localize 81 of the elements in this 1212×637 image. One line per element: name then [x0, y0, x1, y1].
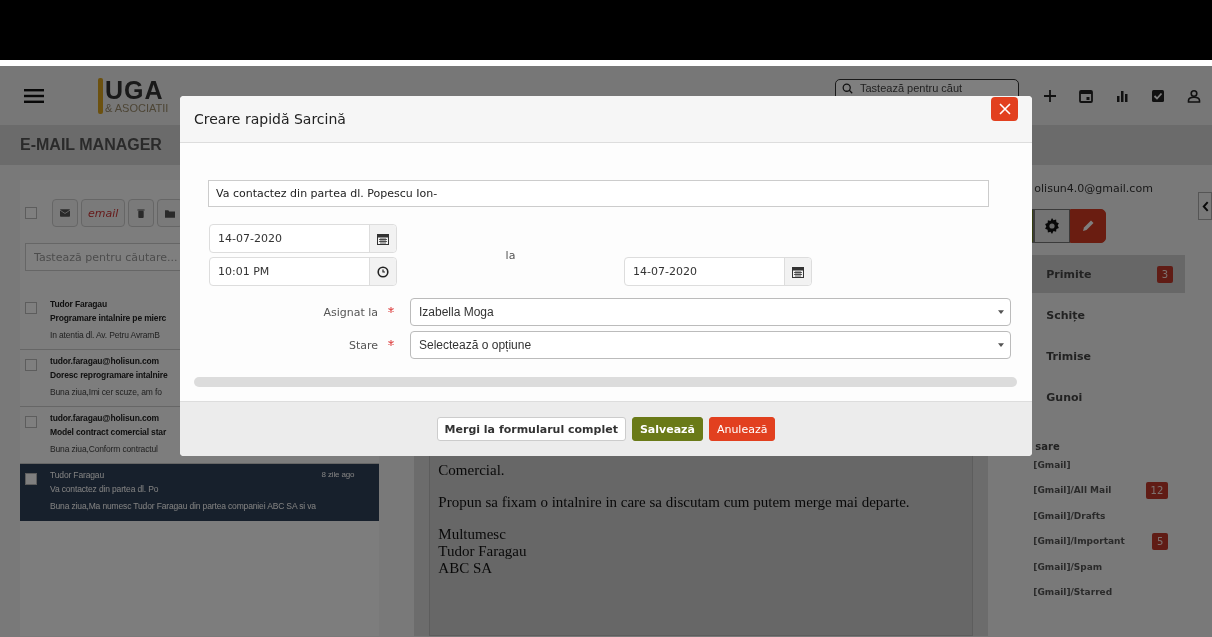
- message-sender: tudor.faragau@holisun.com: [50, 413, 159, 423]
- close-icon: [998, 103, 1011, 115]
- body-text: Comercial.: [438, 462, 505, 479]
- dialog-button[interactable]: Mergi la formularul complet: [436, 417, 626, 441]
- select-field[interactable]: Izabella Moga: [410, 298, 1011, 326]
- envelope-icon: [60, 208, 70, 218]
- message-subject: Va contactez din partea dl. Po: [50, 484, 159, 494]
- logo-tagline: & ASOCIATII: [105, 102, 169, 114]
- select-all-checkbox[interactable]: [25, 207, 37, 219]
- message-item[interactable]: Tudor Faragau 8 zile ago Va contactez din partea dl. Po Buna ziua,Ma numesc Tudor Faragau din partea companiei ABC SA si va: [20, 464, 380, 521]
- message-checkbox[interactable]: [25, 473, 37, 485]
- range-separator: la: [505, 248, 516, 262]
- body-text: Propun sa fixam o intalnire in care sa discutam cum putem merge mai departe.: [438, 494, 910, 511]
- trash-icon: [136, 208, 147, 218]
- message-preview: Buna ziua,Imi cer scuze, am fo: [50, 387, 162, 397]
- count-badge: 5: [1151, 532, 1169, 550]
- message-sender: tudor.faragau@holisun.com: [50, 356, 159, 366]
- message-preview: In atentia dl. Av. Petru AvramB: [50, 330, 160, 340]
- gear-icon: [1044, 218, 1061, 234]
- field-label: Stare: [347, 338, 378, 352]
- account-email: olisun4.0@gmail.com: [1034, 182, 1153, 195]
- label-item[interactable]: [Gmail]: [1033, 459, 1071, 470]
- start-date-field[interactable]: 14-07-2020: [209, 224, 397, 253]
- label-item[interactable]: [Gmail]/Drafts: [1033, 510, 1106, 521]
- calendar-icon: [377, 232, 389, 245]
- search-icon: [842, 83, 853, 94]
- message-checkbox[interactable]: [25, 359, 37, 371]
- caret-icon: [998, 310, 1004, 314]
- scrollbar[interactable]: [194, 377, 1017, 387]
- field-label: Asignat la: [322, 305, 378, 319]
- mail-button[interactable]: [52, 199, 78, 227]
- collapse-button[interactable]: [1198, 192, 1212, 220]
- close-button[interactable]: [991, 97, 1018, 121]
- subject-field[interactable]: Va contactez din partea dl. Popescu Ion-: [208, 180, 989, 207]
- dialog-button[interactable]: Anulează: [708, 417, 776, 441]
- plus-icon[interactable]: [1043, 88, 1057, 103]
- bar-chart-icon[interactable]: [1115, 88, 1129, 103]
- start-time-field[interactable]: 10:01 PM: [209, 257, 397, 286]
- section-title: E-MAIL MANAGER: [20, 136, 162, 154]
- calendar-icon[interactable]: [1079, 88, 1093, 103]
- checkbox-icon[interactable]: [1151, 88, 1165, 103]
- message-checkbox[interactable]: [25, 416, 37, 428]
- body-text: ABC SA: [438, 560, 493, 577]
- label-item[interactable]: [Gmail]/Spam: [1033, 561, 1103, 572]
- end-date-field[interactable]: 14-07-2020: [624, 257, 812, 286]
- message-subject: Programare intalnire pe mierc: [50, 313, 167, 323]
- folder-item[interactable]: Trimise: [1028, 337, 1185, 375]
- logo-mark: UGA: [105, 77, 164, 103]
- clock-icon: [377, 265, 389, 278]
- compose-button[interactable]: [1070, 209, 1107, 243]
- folder-icon: [165, 208, 176, 218]
- message-time: 8 zile ago: [321, 470, 355, 480]
- caret-icon: [998, 343, 1004, 347]
- message-subject: Model contract comercial star: [50, 427, 167, 437]
- labels-heading: sare: [1035, 441, 1060, 452]
- delete-button[interactable]: [128, 199, 155, 227]
- calendar-icon: [792, 265, 804, 278]
- message-preview: Buna ziua,Conform contractul: [50, 444, 158, 454]
- message-subject: Doresc reprogramare intalnire: [50, 370, 168, 380]
- dialog-button[interactable]: Salvează: [631, 417, 703, 441]
- label-item[interactable]: [Gmail]/All Mail: [1033, 485, 1112, 496]
- folder-item[interactable]: Gunoi: [1028, 378, 1185, 416]
- label-item[interactable]: [Gmail]/Starred: [1033, 587, 1113, 598]
- settings-button[interactable]: [1034, 209, 1071, 243]
- chevron-left-icon: [1201, 200, 1209, 212]
- menu-icon[interactable]: [24, 88, 44, 103]
- message-sender: Tudor Faragau: [50, 299, 107, 309]
- body-text: Multumesc: [438, 526, 506, 543]
- email-button[interactable]: email: [81, 199, 126, 227]
- select-field[interactable]: Selectează o opțiune: [410, 331, 1011, 359]
- label-item[interactable]: [Gmail]/Important: [1033, 536, 1125, 547]
- message-preview: Buna ziua,Ma numesc Tudor Faragau din partea companiei ABC SA si va: [50, 501, 316, 511]
- user-icon[interactable]: [1187, 88, 1201, 103]
- folder-item[interactable]: Schițe: [1028, 296, 1185, 334]
- count-badge: 3: [1156, 265, 1173, 283]
- body-text: Tudor Faragau: [438, 543, 527, 560]
- dialog-title: Creare rapidă Sarcină: [194, 111, 346, 127]
- message-checkbox[interactable]: [25, 302, 37, 314]
- count-badge: 12: [1145, 481, 1169, 499]
- message-sender: Tudor Faragau: [50, 470, 104, 480]
- logo-bar: [98, 77, 103, 114]
